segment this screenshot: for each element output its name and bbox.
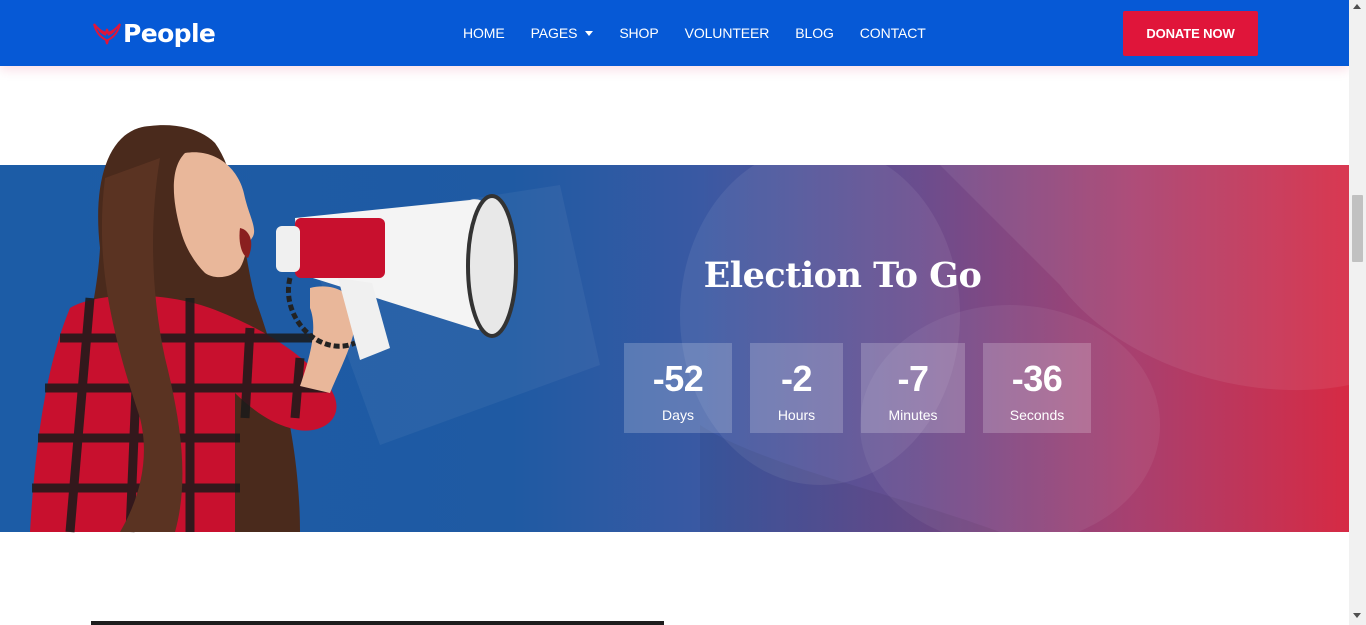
nav-item-home[interactable]: HOME — [463, 23, 505, 43]
nav-label: PAGES — [530, 25, 578, 41]
nav-item-pages[interactable]: PAGES — [531, 23, 594, 43]
countdown-label: Minutes — [888, 407, 938, 423]
logo[interactable]: People — [92, 16, 216, 50]
countdown-value: -7 — [897, 358, 929, 399]
countdown-value: -36 — [1011, 358, 1063, 399]
nav-item-volunteer[interactable]: VOLUNTEER — [685, 23, 770, 43]
main-nav: HOME PAGES SHOP VOLUNTEER BLOG CONTACT — [463, 23, 952, 43]
woman-megaphone-image — [30, 125, 518, 533]
nav-label: VOLUNTEER — [684, 25, 770, 41]
countdown-days: -52 Days — [624, 343, 732, 433]
site-header: People HOME PAGES SHOP VOLUNTEER BLOG CO… — [0, 0, 1349, 66]
donate-now-button[interactable]: DONATE NOW — [1123, 11, 1258, 56]
page: People HOME PAGES SHOP VOLUNTEER BLOG CO… — [0, 0, 1366, 625]
countdown-value: -2 — [780, 358, 813, 399]
nav-label: CONTACT — [859, 25, 926, 41]
nav-item-blog[interactable]: BLOG — [795, 23, 834, 43]
countdown-label: Days — [662, 407, 694, 423]
countdown-hours: -2 Hours — [750, 343, 843, 433]
next-section-image-edge — [91, 621, 664, 625]
countdown-minutes: -7 Minutes — [861, 343, 965, 433]
wings-logo-icon — [93, 23, 121, 45]
nav-label: SHOP — [619, 25, 659, 41]
countdown-label: Hours — [777, 407, 816, 423]
page-scrollbar[interactable] — [1349, 0, 1366, 625]
caret-down-icon — [585, 30, 594, 36]
countdown-label: Seconds — [1009, 407, 1065, 423]
nav-item-shop[interactable]: SHOP — [619, 23, 658, 43]
scroll-down-arrow-icon[interactable] — [1353, 613, 1361, 618]
scrollbar-thumb[interactable] — [1352, 195, 1363, 262]
nav-label: HOME — [463, 25, 505, 41]
nav-item-contact[interactable]: CONTACT — [860, 23, 926, 43]
countdown-value: -52 — [652, 358, 704, 399]
countdown-seconds: -36 Seconds — [983, 343, 1091, 433]
scroll-up-arrow-icon[interactable] — [1353, 4, 1361, 9]
nav-label: BLOG — [795, 25, 834, 41]
megaphone-icon — [276, 194, 518, 360]
election-title: Election To Go — [703, 255, 982, 296]
logo-text: People — [123, 18, 216, 48]
